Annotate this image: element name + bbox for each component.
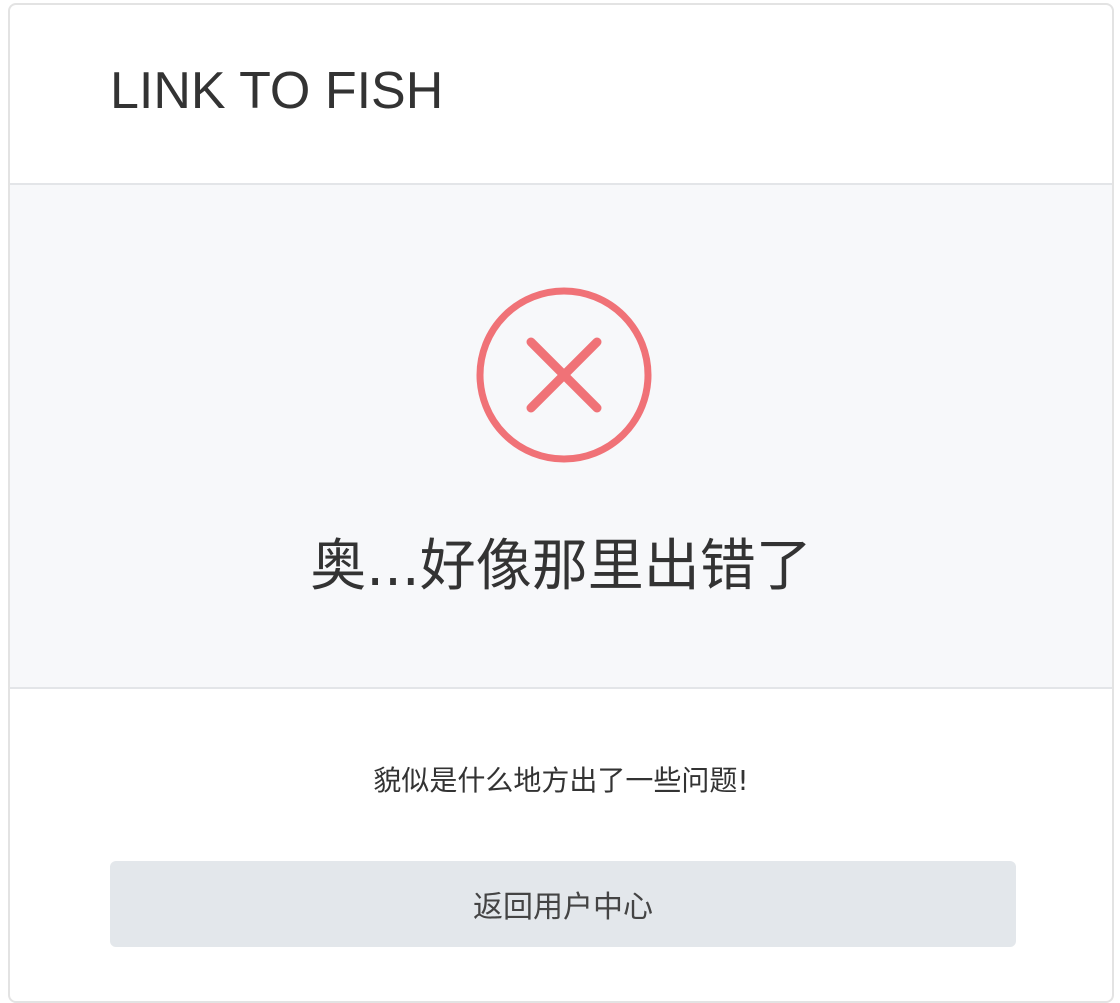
error-heading: 奥...好像那里出错了 — [310, 534, 812, 599]
back-to-user-center-button[interactable]: 返回用户中心 — [110, 861, 1016, 947]
close-circle-icon — [476, 287, 652, 463]
card-body: 貌似是什么地方出了一些问题! 返回用户中心 — [10, 689, 1112, 989]
error-message: 貌似是什么地方出了一些问题! — [373, 764, 749, 797]
error-panel: 奥...好像那里出错了 — [10, 185, 1112, 689]
brand-title: LINK TO FISH — [110, 62, 444, 120]
error-card: LINK TO FISH 奥...好像那里出错了 貌似是什么地方出了一些问题! … — [8, 3, 1114, 1003]
card-header: LINK TO FISH — [10, 5, 1112, 185]
